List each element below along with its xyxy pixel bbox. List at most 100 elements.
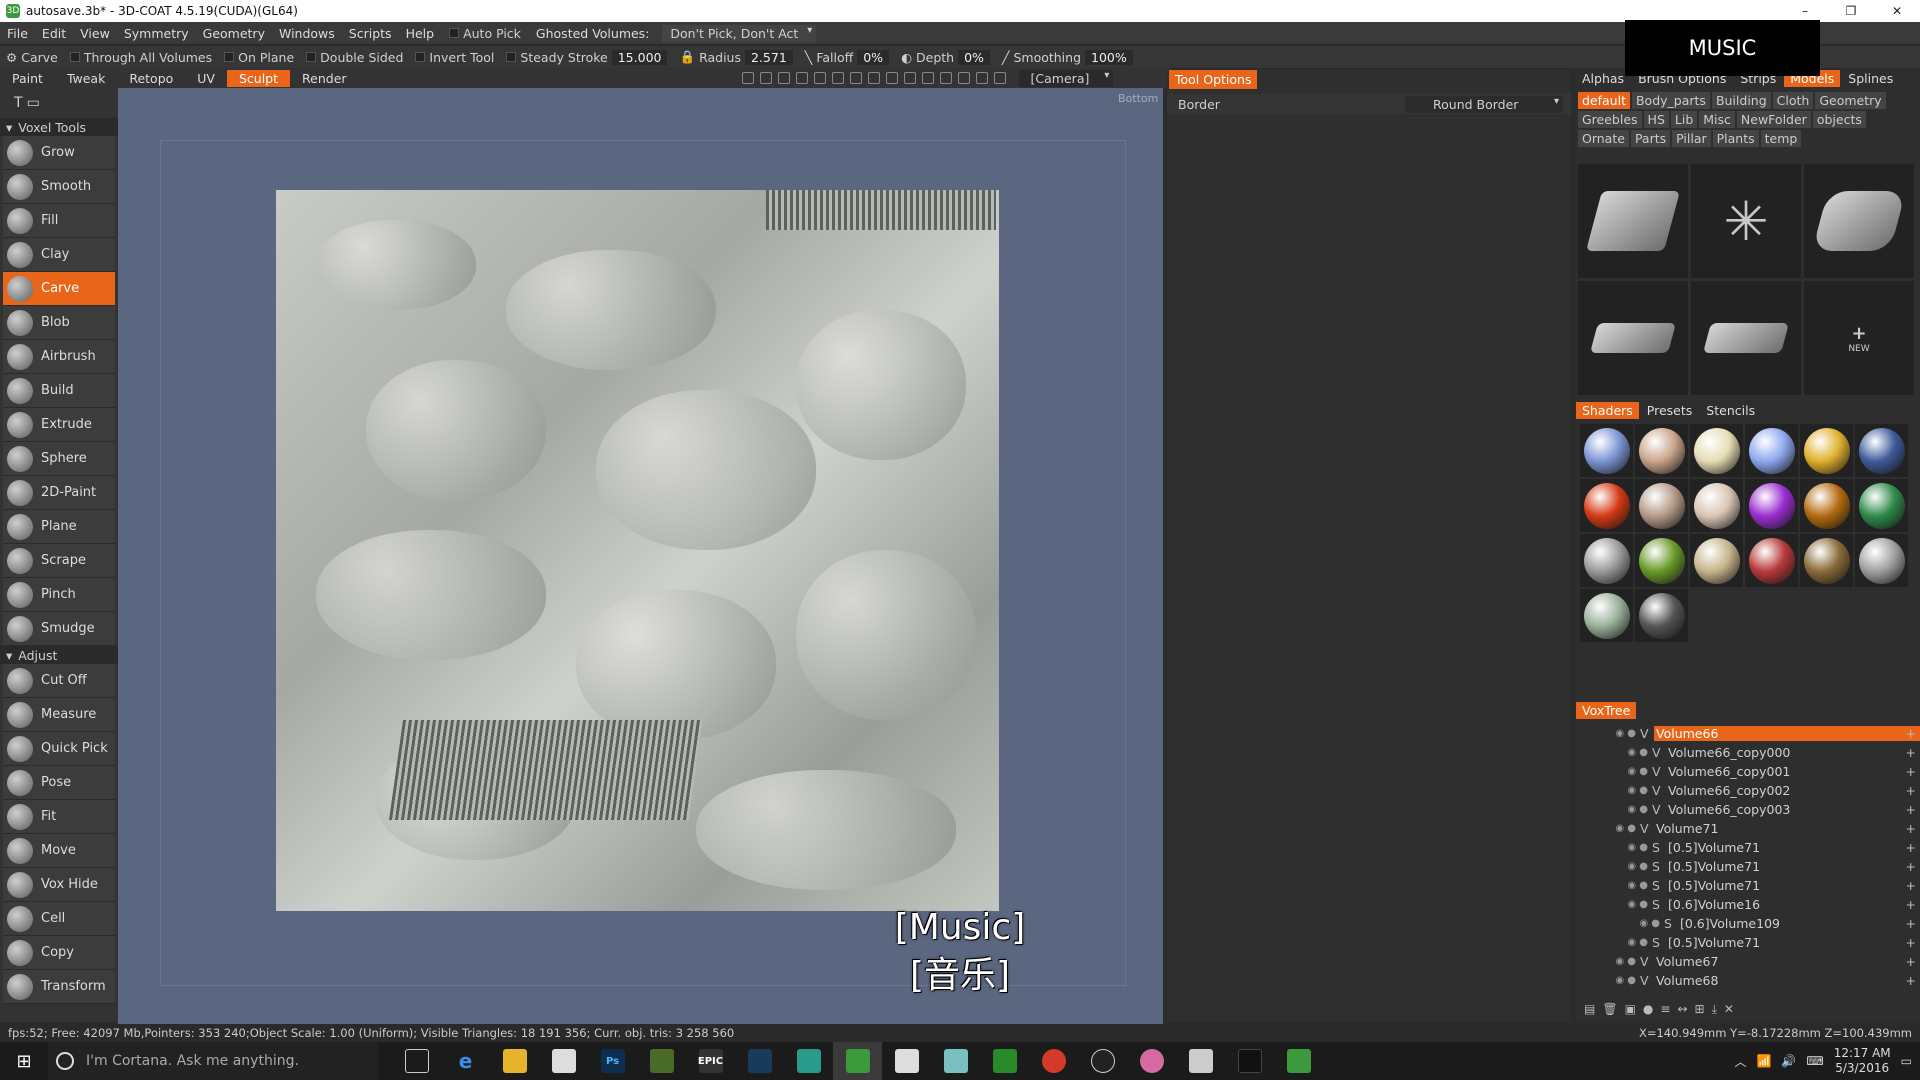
tab-voxtree[interactable]: VoxTree xyxy=(1576,702,1637,719)
depth-value[interactable]: 0% xyxy=(958,49,990,65)
new-model-button[interactable]: + NEW xyxy=(1804,281,1914,395)
unreal-icon[interactable] xyxy=(1078,1042,1127,1080)
tab-render[interactable]: Render xyxy=(290,70,359,87)
menu-geometry[interactable]: Geometry xyxy=(196,26,272,41)
shader-swatch[interactable] xyxy=(1580,424,1633,477)
cube-icon[interactable] xyxy=(939,72,952,84)
explorer-icon[interactable] xyxy=(490,1042,539,1080)
menu-view[interactable]: View xyxy=(73,26,117,41)
menu-symmetry[interactable]: Symmetry xyxy=(117,26,196,41)
smoothing-value[interactable]: 100% xyxy=(1085,49,1133,65)
tool-vox-hide[interactable]: Vox Hide xyxy=(3,868,115,902)
category-pillar[interactable]: Pillar xyxy=(1672,130,1711,147)
visibility-icon[interactable]: ◉ ● xyxy=(1576,918,1664,929)
on-plane-checkbox[interactable] xyxy=(224,52,235,62)
add-child-icon[interactable]: + xyxy=(1906,745,1916,760)
add-child-icon[interactable]: + xyxy=(1906,726,1916,741)
tool-smudge[interactable]: Smudge xyxy=(3,612,115,646)
app-icon[interactable] xyxy=(1225,1042,1274,1080)
shader-swatch[interactable] xyxy=(1855,479,1908,532)
tab-sculpt[interactable]: Sculpt xyxy=(226,69,291,87)
visibility-icon[interactable]: ◉ ● xyxy=(1576,804,1652,815)
adjust-header[interactable]: ▾ Adjust xyxy=(0,646,118,664)
visibility-icon[interactable]: ◉ ● xyxy=(1576,861,1652,872)
menu-help[interactable]: Help xyxy=(399,26,442,41)
tool-build[interactable]: Build xyxy=(3,374,115,408)
no-icon[interactable] xyxy=(921,72,934,84)
tab-uv[interactable]: UV xyxy=(185,70,227,87)
tab-tool-options[interactable]: Tool Options xyxy=(1169,70,1258,89)
tool-scrape[interactable]: Scrape xyxy=(3,544,115,578)
tool-fill[interactable]: Fill xyxy=(3,204,115,238)
shader-swatch[interactable] xyxy=(1855,424,1908,477)
visibility-icon[interactable]: ◉ ● xyxy=(1576,785,1652,796)
tool-grow[interactable]: Grow xyxy=(3,136,115,170)
shader-swatch[interactable] xyxy=(1855,534,1908,587)
tool-transform[interactable]: Transform xyxy=(3,970,115,1004)
selector-icon[interactable]: ▭ xyxy=(27,95,40,111)
through-all-volumes-checkbox[interactable] xyxy=(69,52,80,62)
merge-icon[interactable]: ⊞ xyxy=(1695,1002,1705,1017)
category-misc[interactable]: Misc xyxy=(1699,111,1735,128)
tool-cell[interactable]: Cell xyxy=(3,902,115,936)
add-child-icon[interactable]: + xyxy=(1906,783,1916,798)
frame-icon[interactable] xyxy=(885,72,898,84)
menu-windows[interactable]: Windows xyxy=(272,26,342,41)
falloff-value[interactable]: 0% xyxy=(857,49,890,65)
add-child-icon[interactable]: + xyxy=(1906,973,1916,988)
brush-icon[interactable] xyxy=(777,72,790,84)
close-icon[interactable]: ✕ xyxy=(1724,1002,1734,1017)
voxtree-item[interactable]: ◉ ● V Volume66_copy003 + xyxy=(1576,800,1920,819)
voxtree-item[interactable]: ◉ ● V Volume67 + xyxy=(1576,952,1920,971)
model-thumbnail[interactable] xyxy=(1578,164,1688,278)
category-objects[interactable]: objects xyxy=(1812,111,1866,128)
voxtree-item[interactable]: ◉ ● S [0.5]Volume71 + xyxy=(1576,933,1920,952)
tool-clay[interactable]: Clay xyxy=(3,238,115,272)
shader-swatch[interactable] xyxy=(1635,589,1688,642)
shader-swatch[interactable] xyxy=(1690,424,1743,477)
axis-icon[interactable] xyxy=(975,72,988,84)
shader-swatch[interactable] xyxy=(1745,534,1798,587)
add-child-icon[interactable]: + xyxy=(1906,821,1916,836)
category-newfolder[interactable]: NewFolder xyxy=(1736,111,1811,128)
tool-2d-paint[interactable]: 2D-Paint xyxy=(3,476,115,510)
task-view-icon[interactable] xyxy=(392,1042,441,1080)
category-greebles[interactable]: Greebles xyxy=(1578,111,1642,128)
add-child-icon[interactable]: + xyxy=(1906,840,1916,855)
category-temp[interactable]: temp xyxy=(1760,130,1802,147)
model-thumbnail[interactable] xyxy=(1691,281,1801,395)
camera-icon[interactable] xyxy=(993,72,1006,84)
voxtree-item[interactable]: ◉ ● V Volume66_copy000 + xyxy=(1576,743,1920,762)
epic-games-icon[interactable]: EPIC xyxy=(686,1042,735,1080)
itunes-icon[interactable] xyxy=(1127,1042,1176,1080)
grid-icon[interactable] xyxy=(957,72,970,84)
maximize-button[interactable]: ❐ xyxy=(1828,0,1874,22)
sun-icon[interactable] xyxy=(741,72,754,84)
voxtree-item[interactable]: ◉ ● S [0.5]Volume71 + xyxy=(1576,838,1920,857)
tool-sphere[interactable]: Sphere xyxy=(3,442,115,476)
tool-cut-off[interactable]: Cut Off xyxy=(3,664,115,698)
category-lib[interactable]: Lib xyxy=(1670,111,1698,128)
app-icon[interactable] xyxy=(1274,1042,1323,1080)
ghosted-volumes-dropdown[interactable]: Don't Pick, Don't Act xyxy=(662,24,817,42)
clock[interactable]: 12:17 AM 5/3/2016 xyxy=(1834,1046,1891,1076)
voxtree-item[interactable]: ◉ ● V Volume66_copy002 + xyxy=(1576,781,1920,800)
text-tool-row[interactable]: T ▭ xyxy=(0,88,118,118)
add-child-icon[interactable]: + xyxy=(1906,878,1916,893)
visibility-icon[interactable]: ◉ ● xyxy=(1576,956,1640,967)
visibility-icon[interactable]: ◉ ● xyxy=(1576,975,1640,986)
tool-carve[interactable]: Carve xyxy=(3,272,115,306)
tray-chevron-icon[interactable]: ︿ xyxy=(1734,1053,1746,1070)
steam-icon[interactable] xyxy=(735,1042,784,1080)
visibility-icon[interactable]: ◉ ● xyxy=(1576,823,1640,834)
add-volume-icon[interactable]: ▤ xyxy=(1584,1002,1595,1017)
notifications-icon[interactable]: ▭ xyxy=(1901,1054,1912,1068)
app-icon[interactable] xyxy=(1176,1042,1225,1080)
voxel-tools-header[interactable]: ▾ Voxel Tools xyxy=(0,118,118,136)
tab-shaders[interactable]: Shaders xyxy=(1576,402,1639,419)
shader-swatch[interactable] xyxy=(1690,479,1743,532)
app-icon[interactable] xyxy=(784,1042,833,1080)
app-icon[interactable] xyxy=(980,1042,1029,1080)
voxtree-item[interactable]: ◉ ● S [0.5]Volume71 + xyxy=(1576,857,1920,876)
category-plants[interactable]: Plants xyxy=(1712,130,1759,147)
